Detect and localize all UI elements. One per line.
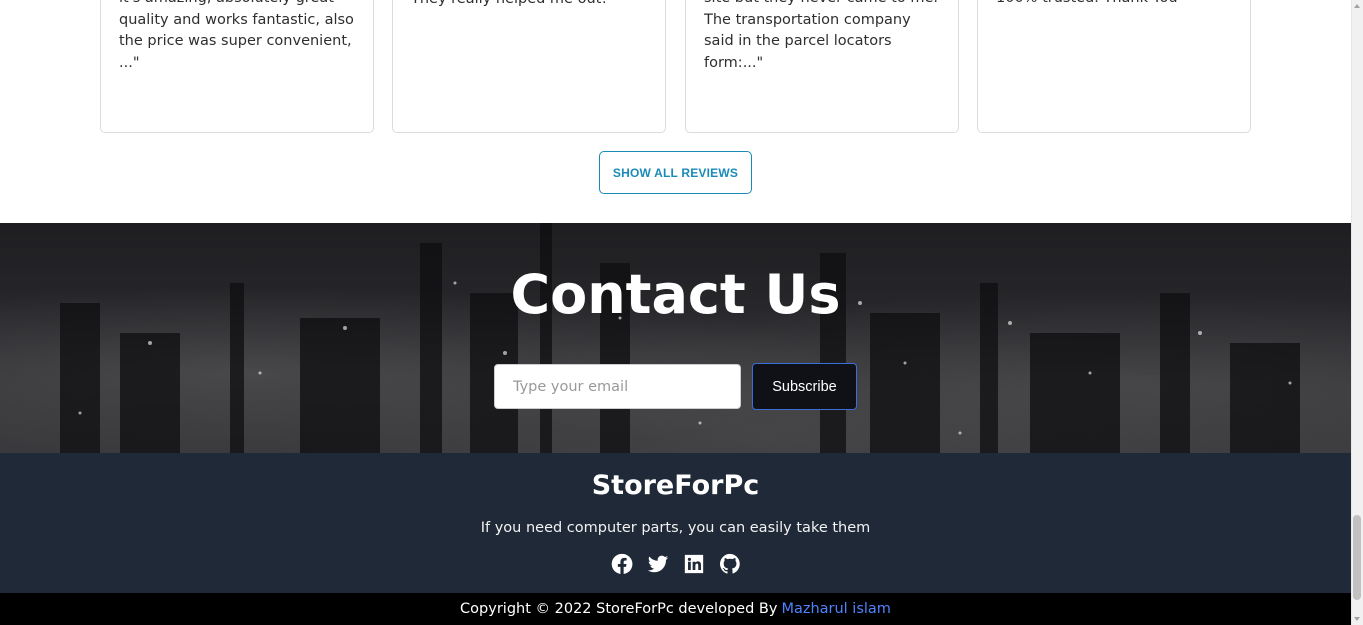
scroll-down-arrow-icon[interactable] <box>1354 617 1360 621</box>
review-card: They really helped me out! <box>392 0 666 133</box>
github-icon[interactable] <box>719 553 741 575</box>
linkedin-icon[interactable] <box>683 553 705 575</box>
footer: StoreForPc If you need computer parts, y… <box>0 453 1351 593</box>
industrial-background-image <box>60 223 1300 453</box>
footer-tagline: If you need computer parts, you can easi… <box>480 520 871 536</box>
scroll-up-arrow-icon[interactable] <box>1354 4 1360 8</box>
social-links <box>0 553 1351 575</box>
review-text: They really helped me out! <box>411 0 649 10</box>
review-card: 100% trusted. Thank You <box>977 0 1251 133</box>
copyright-text: Copyright © 2022 StoreForPc developed By <box>460 601 778 617</box>
footer-brand: StoreForPc <box>591 470 760 501</box>
contact-title: Contact Us <box>510 263 841 326</box>
review-text: purchased a few items on their site but … <box>704 0 938 71</box>
review-text: 100% trusted. Thank You <box>996 0 1234 9</box>
scroll-thumb[interactable] <box>1353 515 1361 600</box>
review-card: that I bought for my iPhone X it's amazi… <box>100 0 374 133</box>
subscribe-button[interactable]: Subscribe <box>752 363 857 410</box>
facebook-icon[interactable] <box>611 553 633 575</box>
twitter-icon[interactable] <box>647 553 669 575</box>
review-text: that I bought for my iPhone X it's amazi… <box>119 0 354 71</box>
show-all-reviews-button[interactable]: SHOW ALL REVIEWS <box>599 151 752 194</box>
author-link[interactable]: Mazharul islam <box>781 601 891 617</box>
contact-section: Contact Us Subscribe <box>0 223 1351 453</box>
email-input[interactable] <box>494 364 741 409</box>
review-card: purchased a few items on their site but … <box>685 0 959 133</box>
copyright-bar: Copyright © 2022 StoreForPc developed By… <box>0 593 1351 625</box>
reviews-section: that I bought for my iPhone X it's amazi… <box>0 0 1351 223</box>
scrollbar[interactable] <box>1351 0 1363 625</box>
